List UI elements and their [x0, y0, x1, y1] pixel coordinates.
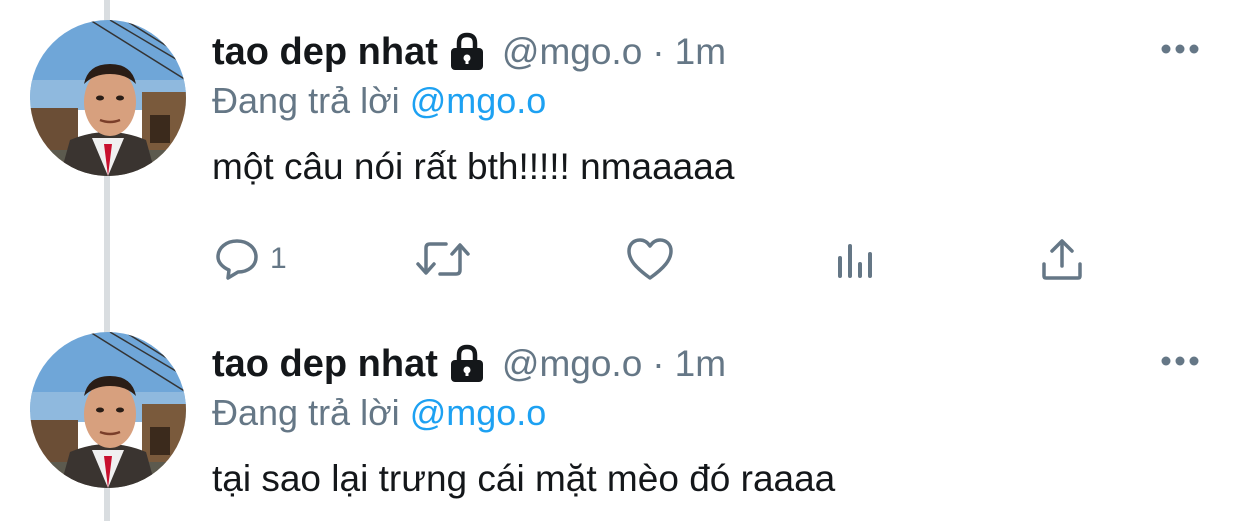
like-button[interactable] — [626, 232, 674, 286]
replying-to: Đang trả lời @mgo.o — [212, 80, 546, 122]
handle[interactable]: @mgo.o — [502, 343, 642, 385]
timestamp[interactable]: 1m — [675, 343, 726, 385]
like-icon — [626, 236, 674, 282]
replying-to-label: Đang trả lời — [212, 80, 400, 121]
analytics-icon — [834, 236, 878, 282]
tweet-actions: 1 — [0, 232, 1242, 286]
display-name[interactable]: tao dep nhat — [212, 343, 438, 386]
avatar[interactable] — [30, 20, 186, 176]
tweet-text: tại sao lại trưng cái mặt mèo đó raaaa — [212, 458, 836, 499]
mention-link[interactable]: @mgo.o — [410, 80, 547, 121]
mention-link[interactable]: @mgo.o — [410, 392, 547, 433]
tweet-header: tao dep nhat @mgo.o · 1m — [212, 340, 726, 388]
more-icon[interactable] — [1160, 354, 1200, 368]
separator-dot: · — [652, 343, 665, 384]
tweet[interactable]: tao dep nhat @mgo.o · 1m Đang trả lời @m… — [0, 0, 1242, 310]
share-icon — [1040, 236, 1084, 282]
tweet[interactable]: tao dep nhat @mgo.o · 1m Đang trả lời @m… — [0, 312, 1242, 521]
separator-dot: · — [652, 31, 665, 72]
more-icon[interactable] — [1160, 42, 1200, 56]
handle[interactable]: @mgo.o — [502, 31, 642, 73]
reply-count: 1 — [270, 242, 287, 275]
analytics-button[interactable] — [834, 232, 878, 286]
replying-to-label: Đang trả lời — [212, 392, 400, 433]
retweet-icon — [414, 236, 472, 282]
lock-icon — [448, 344, 486, 384]
avatar[interactable] — [30, 332, 186, 488]
timestamp[interactable]: 1m — [675, 31, 726, 73]
reply-button[interactable]: 1 — [214, 232, 287, 286]
replying-to: Đang trả lời @mgo.o — [212, 392, 546, 434]
retweet-button[interactable] — [414, 232, 472, 286]
reply-icon — [214, 236, 260, 282]
tweet-text: một câu nói rất bth!!!!! nmaaaaa — [212, 146, 735, 187]
share-button[interactable] — [1040, 232, 1084, 286]
display-name[interactable]: tao dep nhat — [212, 31, 438, 74]
lock-icon — [448, 32, 486, 72]
tweet-header: tao dep nhat @mgo.o · 1m — [212, 28, 726, 76]
